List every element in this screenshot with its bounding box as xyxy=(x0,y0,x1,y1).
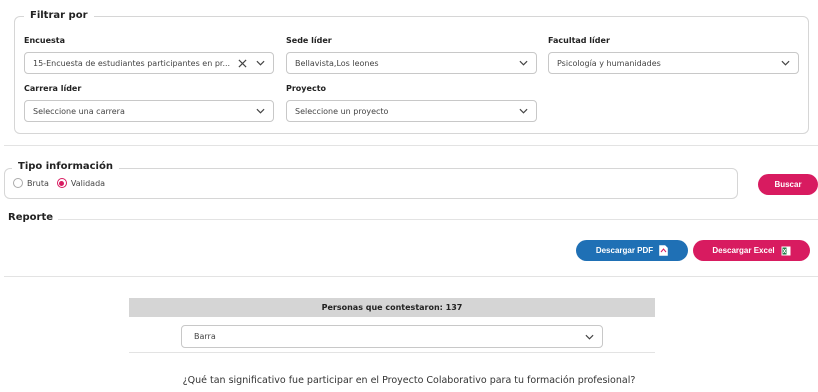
sede-select[interactable]: Bellavista,Los leones xyxy=(286,52,537,74)
proyecto-label: Proyecto xyxy=(286,84,327,93)
section-divider xyxy=(4,145,818,146)
tipo-radio-group: Bruta Validada xyxy=(13,178,105,188)
reporte-title: Reporte xyxy=(8,212,54,223)
radio-validada[interactable] xyxy=(56,178,67,188)
content-divider xyxy=(4,276,818,277)
carrera-select[interactable]: Seleccione una carrera xyxy=(24,100,274,122)
encuesta-value: 15-Encuesta de estudiantes participantes… xyxy=(33,58,231,68)
clear-icon[interactable] xyxy=(238,58,247,68)
tipo-panel xyxy=(4,168,738,199)
radio-validada-label: Validada xyxy=(70,178,106,188)
excel-file-icon xyxy=(781,246,791,256)
reporte-divider xyxy=(58,219,818,220)
download-excel-label: Descargar Excel xyxy=(712,246,775,255)
respondents-count: Personas que contestaron: 137 xyxy=(321,303,463,312)
encuesta-label: Encuesta xyxy=(24,36,66,45)
tipo-legend: Tipo información xyxy=(12,161,119,172)
chevron-down-icon xyxy=(256,107,265,116)
chart-type-select[interactable]: Barra xyxy=(181,325,603,348)
pdf-file-icon xyxy=(659,245,668,256)
proyecto-select[interactable]: Seleccione un proyecto xyxy=(286,100,537,122)
chevron-down-icon xyxy=(256,59,265,68)
respondents-bar: Personas que contestaron: 137 xyxy=(129,298,655,317)
sede-value: Bellavista,Los leones xyxy=(295,58,379,68)
buscar-button[interactable]: Buscar xyxy=(758,174,818,195)
chevron-down-icon xyxy=(519,59,528,68)
download-pdf-label: Descargar PDF xyxy=(595,246,654,255)
question-text: ¿Qué tan significativo fue participar en… xyxy=(182,375,636,386)
chevron-down-icon xyxy=(585,332,594,341)
chevron-down-icon xyxy=(519,107,528,116)
chevron-down-icon xyxy=(781,59,790,68)
radio-bruta-label: Bruta xyxy=(27,178,49,188)
encuesta-select[interactable]: 15-Encuesta de estudiantes participantes… xyxy=(24,52,274,74)
facultad-select[interactable]: Psicología y humanidades xyxy=(548,52,799,74)
carrera-label: Carrera líder xyxy=(24,84,82,93)
facultad-label: Facultad líder xyxy=(548,36,610,45)
download-excel-button[interactable]: Descargar Excel xyxy=(693,240,810,261)
carrera-placeholder: Seleccione una carrera xyxy=(33,106,125,116)
facultad-value: Psicología y humanidades xyxy=(557,58,661,68)
sede-label: Sede líder xyxy=(286,36,332,45)
radio-bruta[interactable] xyxy=(13,178,23,188)
filter-legend: Filtrar por xyxy=(24,10,94,21)
summary-divider xyxy=(129,352,655,353)
download-pdf-button[interactable]: Descargar PDF xyxy=(576,240,688,261)
chart-type-value: Barra xyxy=(194,332,216,341)
proyecto-placeholder: Seleccione un proyecto xyxy=(295,106,389,116)
